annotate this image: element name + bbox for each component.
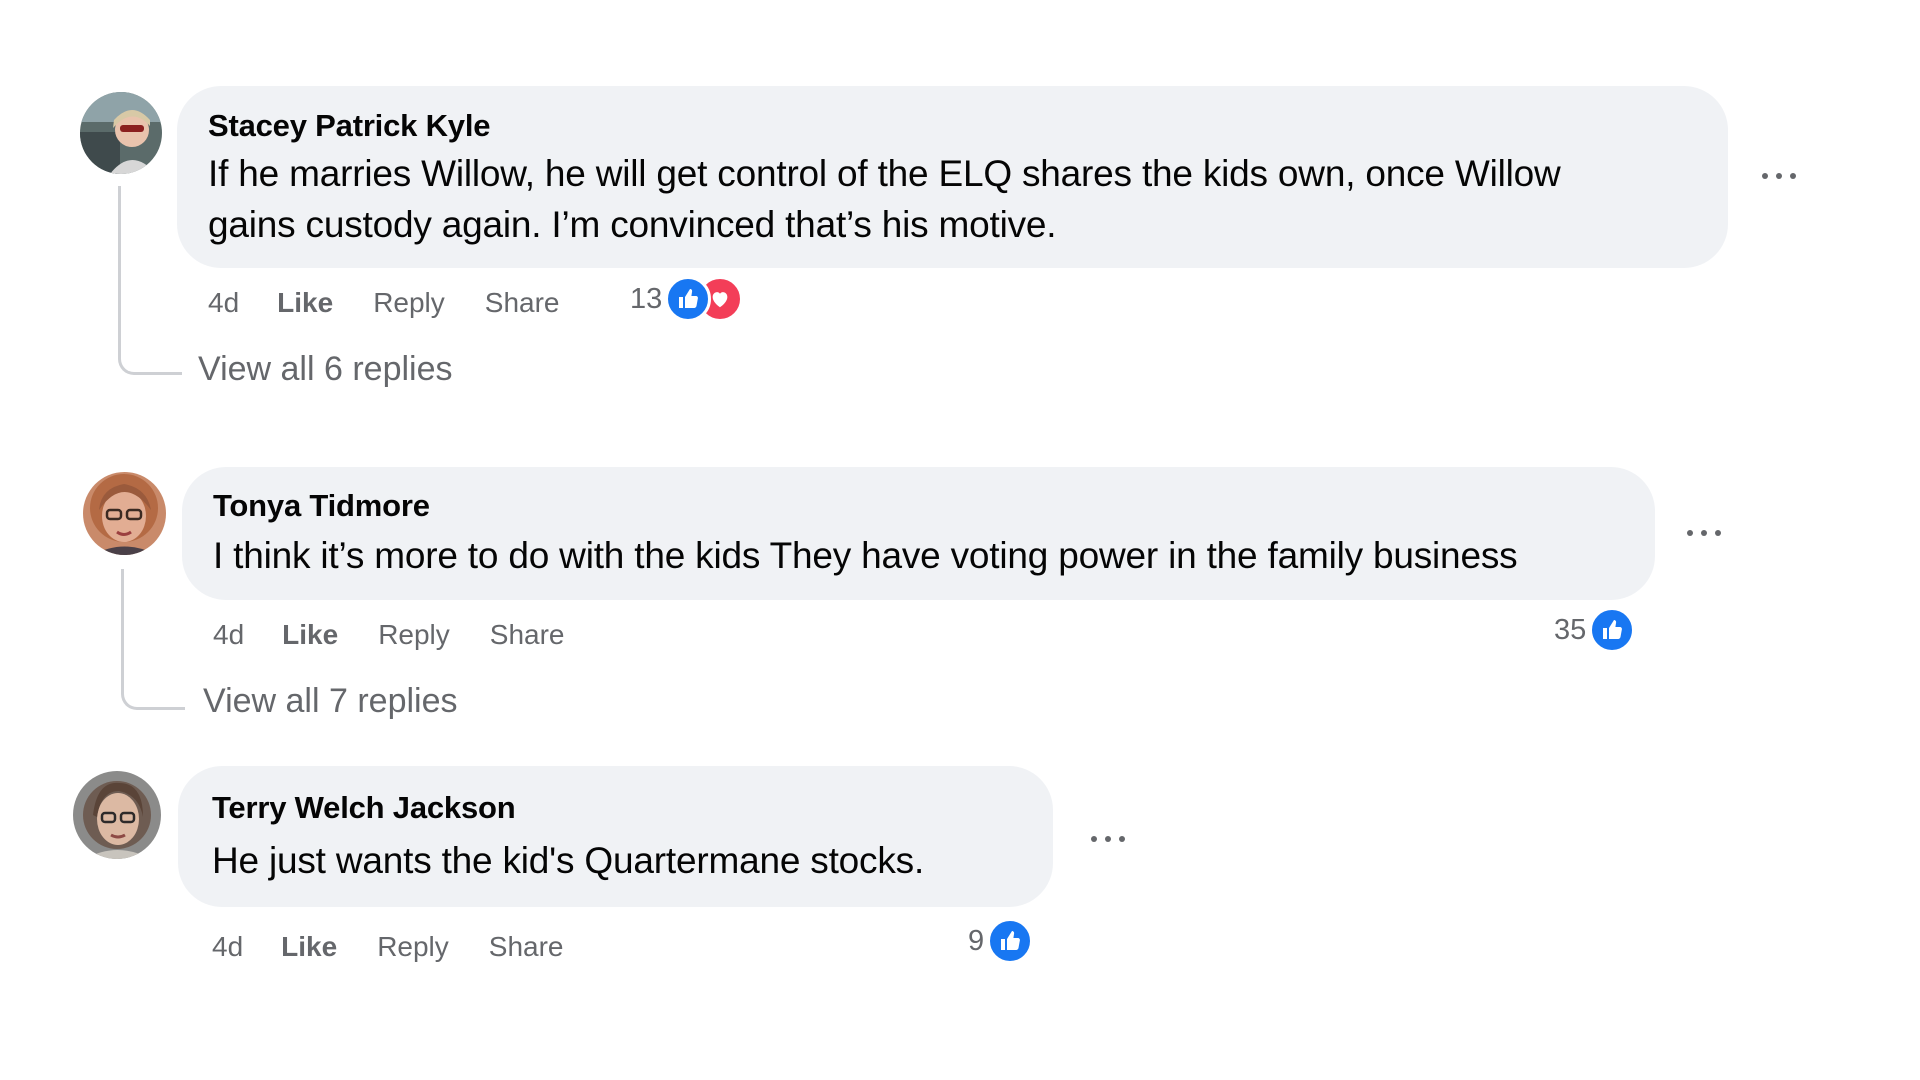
comment-author[interactable]: Stacey Patrick Kyle: [208, 108, 490, 144]
timestamp[interactable]: 4d: [213, 619, 244, 651]
reaction-summary[interactable]: 35: [1554, 607, 1636, 653]
like-icon: [1589, 607, 1636, 653]
comment-text-line: gains custody again. I’m convinced that’…: [208, 204, 1057, 245]
share-button[interactable]: Share: [490, 619, 565, 651]
more-dot: [1776, 173, 1782, 179]
more-dot: [1091, 836, 1097, 842]
comment-actions: 4d Like Reply Share: [212, 927, 604, 967]
timestamp[interactable]: 4d: [212, 931, 243, 963]
like-icon: [665, 276, 712, 322]
reply-button[interactable]: Reply: [378, 619, 450, 651]
comment-text: He just wants the kid's Quartermane stoc…: [212, 840, 925, 881]
reaction-count: 9: [968, 924, 985, 957]
share-button[interactable]: Share: [485, 287, 560, 319]
like-icon: [987, 918, 1034, 964]
comment-text-line: If he marries Willow, he will get contro…: [208, 153, 1561, 194]
more-dot: [1119, 836, 1125, 842]
more-options-button[interactable]: [1762, 171, 1796, 181]
reply-button[interactable]: Reply: [377, 931, 449, 963]
comment-actions: 4d Like Reply Share: [213, 615, 605, 655]
comment-author[interactable]: Tonya Tidmore: [213, 488, 430, 524]
more-dot: [1715, 530, 1721, 536]
more-options-button[interactable]: [1687, 528, 1721, 538]
reaction-count: 35: [1554, 613, 1587, 646]
more-options-button[interactable]: [1091, 834, 1125, 844]
comment-actions: 4d Like Reply Share: [208, 283, 600, 323]
comment-author[interactable]: Terry Welch Jackson: [212, 790, 516, 826]
timestamp[interactable]: 4d: [208, 287, 239, 319]
like-button[interactable]: Like: [277, 287, 333, 319]
reply-button[interactable]: Reply: [373, 287, 445, 319]
more-dot: [1105, 836, 1111, 842]
thread-line: [118, 186, 182, 375]
thread-line: [121, 569, 185, 710]
view-replies-link[interactable]: View all 6 replies: [198, 350, 453, 389]
view-replies-link[interactable]: View all 7 replies: [203, 682, 458, 721]
more-dot: [1762, 173, 1768, 179]
more-dot: [1701, 530, 1707, 536]
reaction-summary[interactable]: 9: [968, 918, 1034, 964]
comment-text: If he marries Willow, he will get contro…: [208, 148, 1561, 250]
avatar[interactable]: [80, 92, 162, 174]
like-button[interactable]: Like: [281, 931, 337, 963]
avatar[interactable]: [73, 771, 161, 859]
like-button[interactable]: Like: [282, 619, 338, 651]
reaction-summary[interactable]: 13: [630, 276, 744, 322]
share-button[interactable]: Share: [489, 931, 564, 963]
comment-text: I think it’s more to do with the kids Th…: [213, 535, 1518, 576]
avatar[interactable]: [83, 472, 166, 555]
reaction-count: 13: [630, 282, 663, 315]
more-dot: [1687, 530, 1693, 536]
more-dot: [1790, 173, 1796, 179]
